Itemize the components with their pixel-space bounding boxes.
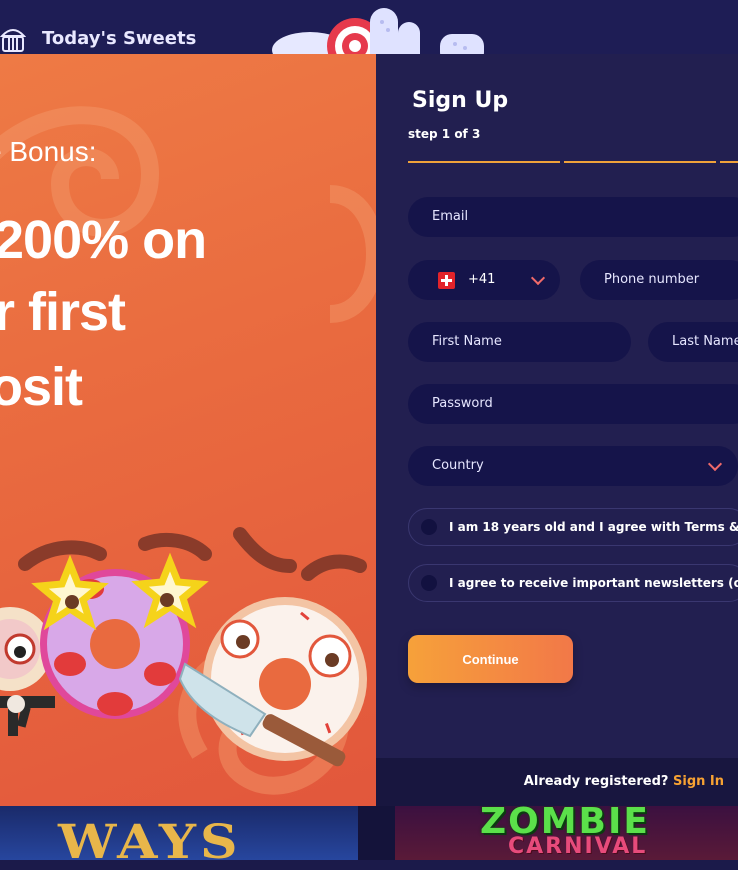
phone-code-select[interactable]: +41 xyxy=(408,260,560,300)
first-name-placeholder: First Name xyxy=(432,334,502,349)
step-progress-3 xyxy=(720,161,738,163)
candy-hand-illustration xyxy=(272,8,484,54)
promo-headline-2: r first xyxy=(0,282,126,342)
already-registered-text: Already registered? Sign In xyxy=(524,774,724,789)
last-name-field[interactable]: Last Name xyxy=(648,322,738,362)
newsletter-label: I agree to receive important newsletters… xyxy=(449,576,738,590)
chevron-down-icon xyxy=(707,456,723,472)
phone-number-field[interactable]: Phone number xyxy=(580,260,738,300)
newsletter-checkbox[interactable]: I agree to receive important newsletters… xyxy=(408,564,738,602)
promo-headline-1: 200% on xyxy=(0,210,207,270)
password-field[interactable]: Password xyxy=(408,384,738,424)
step-indicator: step 1 of 3 xyxy=(408,127,481,141)
cupcake-icon xyxy=(0,29,26,52)
signup-panel xyxy=(376,54,738,806)
promo-bonus-label: e Bonus: xyxy=(0,136,97,167)
switzerland-flag-icon xyxy=(438,272,455,289)
newsletter-radio[interactable] xyxy=(421,575,437,591)
phone-number-placeholder: Phone number xyxy=(604,272,700,287)
phone-code-value: +41 xyxy=(468,272,496,287)
terms-radio[interactable] xyxy=(421,519,437,535)
already-registered-label: Already registered? xyxy=(523,774,669,789)
brand-name[interactable]: Today's Sweets xyxy=(42,28,196,49)
terms-label: I am 18 years old and I agree with Terms… xyxy=(449,520,738,534)
last-name-placeholder: Last Name xyxy=(672,334,738,349)
terms-checkbox[interactable]: I am 18 years old and I agree with Terms… xyxy=(408,508,738,546)
continue-button[interactable]: Continue xyxy=(408,635,573,683)
promo-panel: e Bonus: 200% on r first osit xyxy=(0,54,376,806)
step-progress-1 xyxy=(408,161,560,163)
signup-title: Sign Up xyxy=(412,88,509,113)
donut-characters-illustration xyxy=(0,527,367,767)
chevron-down-icon xyxy=(530,270,546,286)
promo-headline-3: osit xyxy=(0,357,83,417)
email-field[interactable]: Email xyxy=(408,197,738,237)
first-name-field[interactable]: First Name xyxy=(408,322,631,362)
country-placeholder: Country xyxy=(432,458,484,473)
password-placeholder: Password xyxy=(432,396,493,411)
game-ways-title: WAYS xyxy=(58,815,242,870)
country-select[interactable]: Country xyxy=(408,446,738,486)
sign-in-link[interactable]: Sign In xyxy=(673,774,724,789)
game-zombie-subtitle: CARNIVAL xyxy=(508,834,648,859)
email-placeholder: Email xyxy=(432,209,469,224)
step-progress-2 xyxy=(564,161,716,163)
